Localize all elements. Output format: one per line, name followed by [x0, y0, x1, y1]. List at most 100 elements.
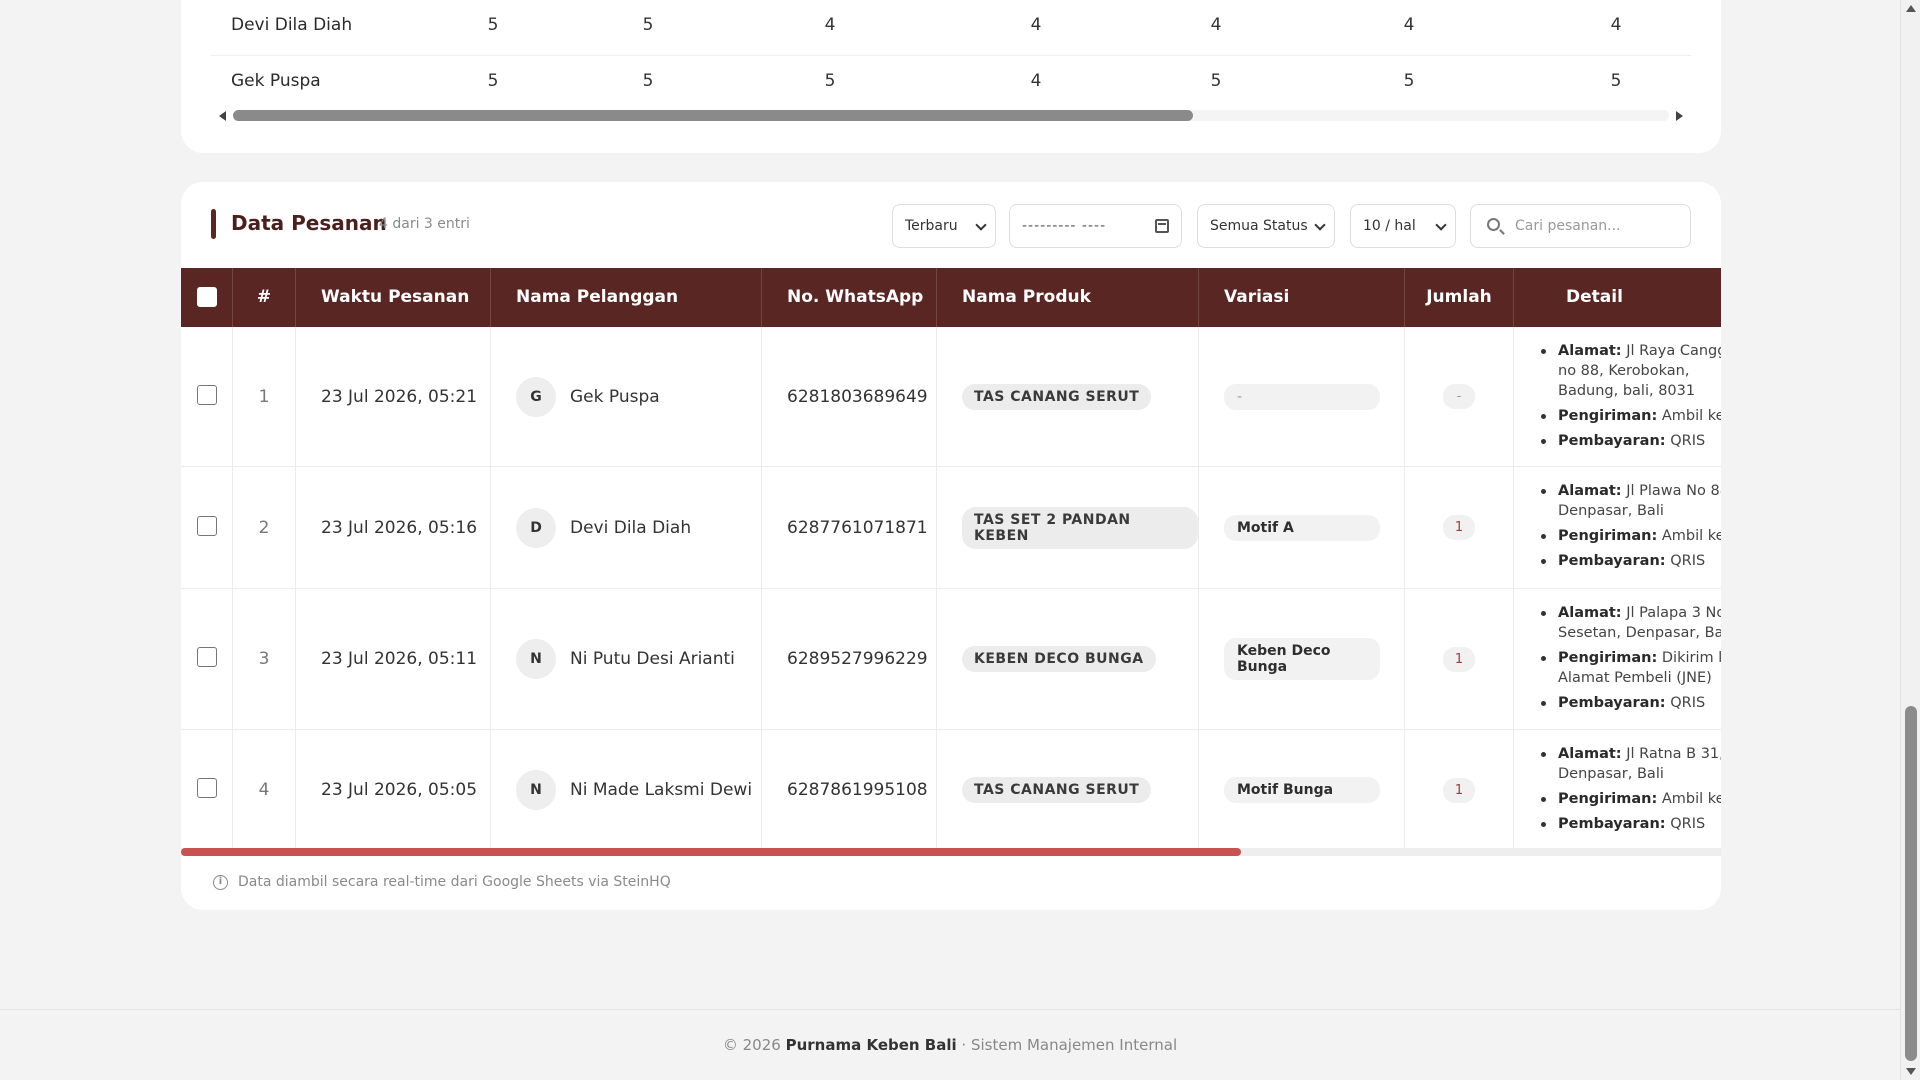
date-filter-input[interactable]: --------- ----: [1009, 204, 1182, 248]
scroll-right-arrow-icon[interactable]: [1676, 111, 1683, 121]
address-label: Alamat:: [1558, 605, 1622, 621]
rating-value: 5: [1610, 71, 1622, 91]
detail-payment: Pembayaran: QRIS: [1541, 551, 1721, 571]
address-label: Alamat:: [1558, 343, 1622, 359]
table-row[interactable]: 2 23 Jul 2026, 05:16 D Devi Dila Diah 62…: [181, 467, 1721, 589]
detail-shipping: Pengiriman: Dikirim ke Alamat Pembeli (J…: [1541, 648, 1721, 688]
address-label: Alamat:: [1558, 746, 1622, 762]
sort-select[interactable]: Terbaru: [892, 204, 996, 248]
payment-label: Pembayaran:: [1558, 433, 1666, 449]
scroll-thumb[interactable]: [233, 110, 1193, 121]
scroll-up-arrow-icon[interactable]: [1906, 5, 1916, 12]
row-number: 1: [233, 327, 296, 466]
page-vertical-scrollbar[interactable]: [1900, 0, 1920, 1080]
ratings-horizontal-scrollbar[interactable]: [211, 106, 1691, 122]
status-select-value: Semua Status: [1210, 218, 1308, 234]
payment-value: QRIS: [1670, 553, 1706, 569]
order-time: 23 Jul 2026, 05:11: [296, 589, 491, 729]
detail-address: Alamat: Jl Raya Canggu no 88, Kerobokan,…: [1541, 341, 1721, 401]
detail-payment: Pembayaran: QRIS: [1541, 431, 1721, 451]
rating-value: 5: [487, 15, 499, 35]
order-time: 23 Jul 2026, 05:21: [296, 327, 491, 466]
payment-label: Pembayaran:: [1558, 553, 1666, 569]
whatsapp-number[interactable]: 6287761071871: [787, 518, 928, 538]
order-detail: Alamat: Jl Palapa 3 No 5 Sesetan, Denpas…: [1514, 589, 1721, 729]
row-checkbox[interactable]: [197, 778, 217, 798]
scroll-thumb[interactable]: [1905, 706, 1917, 1061]
footer-brand: Purnama Keben Bali: [785, 1036, 957, 1054]
avatar: G: [516, 376, 556, 417]
chevron-down-icon: [975, 219, 987, 231]
product-badge: TAS SET 2 PANDAN KEBEN: [962, 506, 1198, 549]
quantity-cell: 1: [1405, 589, 1514, 729]
whatsapp-number[interactable]: 6287861995108: [787, 780, 928, 800]
product-cell: TAS CANANG SERUT: [937, 327, 1199, 466]
rating-value: 5: [1403, 71, 1415, 91]
whatsapp-number[interactable]: 6289527996229: [787, 649, 928, 669]
col-quantity[interactable]: Jumlah: [1405, 268, 1514, 327]
scroll-down-arrow-icon[interactable]: [1906, 1068, 1916, 1075]
variant-badge: -: [1224, 383, 1380, 410]
variant-badge: Motif Bunga: [1224, 777, 1380, 803]
col-order-detail[interactable]: Detail Pemesanan: [1514, 268, 1721, 366]
search-placeholder: Cari pesanan...: [1515, 218, 1621, 234]
date-filter-placeholder: --------- ----: [1022, 218, 1107, 234]
scroll-left-arrow-icon[interactable]: [219, 111, 226, 121]
shipping-value: Ambil ke Tol: [1661, 528, 1721, 544]
avatar: D: [516, 507, 556, 548]
search-input[interactable]: Cari pesanan...: [1470, 204, 1691, 248]
table-row[interactable]: 3 23 Jul 2026, 05:11 N Ni Putu Desi Aria…: [181, 589, 1721, 730]
col-variant[interactable]: Variasi: [1199, 268, 1405, 327]
avatar: N: [516, 770, 556, 810]
col-product-name[interactable]: Nama Produk: [937, 268, 1199, 327]
detail-address: Alamat: Jl Plawa No 88, Denpasar, Bali: [1541, 481, 1721, 521]
table-row[interactable]: 4 23 Jul 2026, 05:05 N Ni Made Laksmi De…: [181, 730, 1721, 850]
row-checkbox[interactable]: [197, 516, 217, 536]
col-order-time[interactable]: Waktu Pesanan: [296, 268, 491, 327]
order-time: 23 Jul 2026, 05:16: [296, 467, 491, 588]
variant-cell: Motif A: [1199, 467, 1405, 588]
customer-cell: G Gek Puspa: [491, 327, 762, 466]
scroll-thumb[interactable]: [181, 848, 1241, 856]
orders-card-header: Data Pesanan 4 dari 3 entri Terbaru ----…: [181, 182, 1721, 270]
orders-horizontal-scrollbar[interactable]: [181, 848, 1721, 856]
address-label: Alamat:: [1558, 483, 1622, 499]
col-whatsapp[interactable]: No. WhatsApp: [762, 268, 937, 327]
customer-cell: N Ni Made Laksmi Dewi: [491, 730, 762, 850]
info-icon: i: [213, 874, 228, 890]
orders-entry-count: 4 dari 3 entri: [379, 216, 470, 232]
whatsapp-number[interactable]: 6281803689649: [787, 387, 928, 407]
shipping-value: Ambil ke Tol: [1661, 408, 1721, 424]
quantity-badge: 1: [1443, 515, 1475, 540]
ratings-card: Devi Dila Diah 5 5 4 4 4 4 4 Gek Puspa 5…: [181, 0, 1721, 153]
product-badge: KEBEN DECO BUNGA: [962, 646, 1156, 672]
row-checkbox[interactable]: [197, 647, 217, 667]
shipping-value: Ambil ke Tol: [1661, 791, 1721, 807]
select-all-checkbox[interactable]: [197, 287, 217, 307]
customer-name: Gek Puspa: [570, 386, 660, 407]
col-customer-name[interactable]: Nama Pelanggan: [491, 268, 762, 327]
row-select-cell: [181, 730, 233, 850]
shipping-label: Pengiriman:: [1558, 408, 1658, 424]
rating-value: 4: [1030, 71, 1042, 91]
calendar-icon[interactable]: [1155, 219, 1169, 233]
status-select[interactable]: Semua Status: [1197, 204, 1335, 248]
table-row[interactable]: 1 23 Jul 2026, 05:21 G Gek Puspa 6281803…: [181, 327, 1721, 467]
orders-title: Data Pesanan: [231, 211, 387, 235]
row-checkbox[interactable]: [197, 385, 217, 405]
row-number: 3: [233, 589, 296, 729]
rating-value: 4: [824, 15, 836, 35]
quantity-cell: 1: [1405, 730, 1514, 850]
row-select-cell: [181, 467, 233, 588]
rating-value: 5: [1210, 71, 1222, 91]
title-accent-bar: [211, 209, 216, 239]
variant-cell: Motif Bunga: [1199, 730, 1405, 850]
detail-payment: Pembayaran: QRIS: [1541, 693, 1721, 713]
shipping-label: Pengiriman:: [1558, 650, 1658, 666]
payment-label: Pembayaran:: [1558, 816, 1666, 832]
order-detail: Alamat: Jl Ratna B 31, Denpasar, Bali Pe…: [1514, 730, 1721, 850]
per-page-select[interactable]: 10 / hal: [1350, 204, 1456, 248]
rating-value: 5: [824, 71, 836, 91]
detail-shipping: Pengiriman: Ambil ke Tol: [1541, 526, 1721, 546]
product-cell: KEBEN DECO BUNGA: [937, 589, 1199, 729]
